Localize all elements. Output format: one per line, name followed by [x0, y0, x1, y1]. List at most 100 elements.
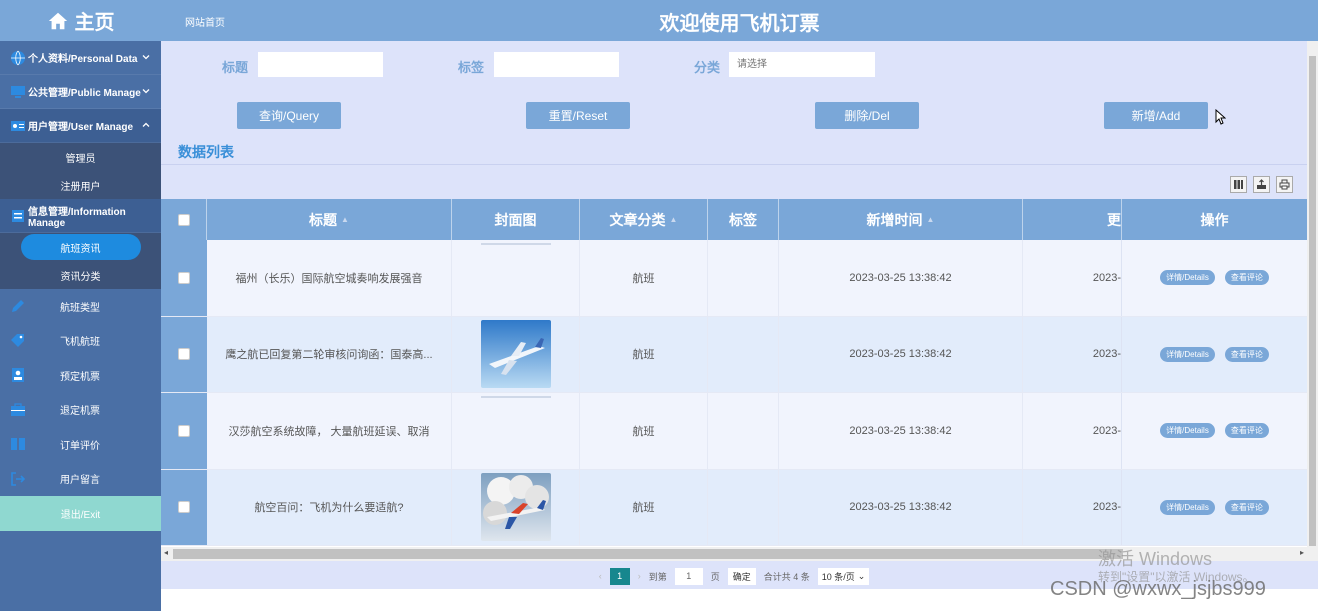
- view-comments-button[interactable]: 查看评论: [1224, 499, 1269, 515]
- cell-cover: [452, 240, 580, 316]
- add-button[interactable]: 新增/Add: [1104, 102, 1208, 129]
- top-header: 网站首页 欢迎使用飞机订票: [161, 0, 1318, 41]
- col-cover: 封面图: [452, 199, 580, 240]
- export-icon[interactable]: [1253, 176, 1270, 193]
- sidebar-item-cancel-ticket[interactable]: 退定机票: [0, 393, 161, 428]
- cell-actions: 详情/Details 查看评论: [1121, 316, 1307, 392]
- exit-button[interactable]: 退出/Exit: [0, 496, 161, 531]
- vertical-scrollbar[interactable]: [1307, 41, 1318, 561]
- nav-group-user-manage[interactable]: 用户管理/User Manage: [0, 109, 161, 143]
- view-comments-button[interactable]: 查看评论: [1224, 423, 1269, 439]
- nav-group-information-manage[interactable]: 信息管理/Information Manage: [0, 199, 161, 233]
- cover-image: [480, 320, 551, 389]
- id-card-icon: [10, 118, 26, 134]
- chevron-down-icon: ⌄: [857, 570, 866, 581]
- print-icon[interactable]: [1276, 176, 1293, 193]
- cell-tag: [708, 393, 779, 469]
- row-checkbox[interactable]: [178, 348, 190, 361]
- sidebar-item-flight-news[interactable]: 航班资讯: [0, 233, 161, 261]
- globe-icon: [10, 50, 26, 66]
- cell-title: 鹰之航已回复第二轮审核问询函：国泰高...: [207, 316, 452, 392]
- view-comments-button[interactable]: 查看评论: [1224, 346, 1269, 362]
- tag-input[interactable]: [494, 52, 619, 77]
- data-list-title: 数据列表: [178, 144, 234, 160]
- goto-confirm-button[interactable]: 确定: [727, 567, 756, 585]
- table-row: 航空百问：飞机为什么要适航? 航班 2023-03-25 13:38:42 2023-…: [161, 469, 1307, 546]
- book-icon: [10, 436, 26, 452]
- nav-group-label: 用户管理/User Manage: [28, 122, 134, 133]
- table-row: 汉莎航空系统故障， 大量航班延误、取消 航班 2023-03-25 13:38:42…: [161, 393, 1307, 470]
- sidebar-item-order-review[interactable]: 订单评价: [0, 427, 161, 462]
- nav-group-label: 个人资料/Personal Data: [28, 54, 138, 65]
- data-table: 标题 ▲ 封面图 文章分类 ▲ 标签 新增时间 ▲ 更 操作 福州（长乐）国际航空城奏…: [161, 199, 1307, 547]
- reset-button[interactable]: 重置/Reset: [526, 102, 630, 129]
- col-updated: 更: [1107, 211, 1121, 228]
- page-size-select[interactable]: 10 条/页 ⌄: [817, 567, 870, 585]
- row-checkbox[interactable]: [178, 271, 190, 284]
- table-header: 标题 ▲ 封面图 文章分类 ▲ 标签 新增时间 ▲ 更 操作: [161, 199, 1307, 240]
- sidebar-item-flight-type[interactable]: 航班类型: [0, 289, 161, 324]
- details-button[interactable]: 详情/Details: [1160, 270, 1215, 286]
- page-number-current[interactable]: 1: [609, 567, 630, 585]
- scroll-right-icon[interactable]: ▸: [1300, 548, 1304, 557]
- cell-cover: [452, 393, 580, 469]
- total-count: 合计共 4 条: [763, 571, 810, 582]
- row-checkbox[interactable]: [178, 501, 190, 514]
- category-select[interactable]: [729, 52, 875, 77]
- row-select-cell: [161, 316, 207, 392]
- table-row: 福州（长乐）国际航空城奏响发展强音 航班 2023-03-25 13:38:42 20…: [161, 240, 1307, 317]
- nav-group-label: 信息管理/Information Manage: [28, 206, 126, 229]
- cell-title: 航空百问：飞机为什么要适航?: [207, 469, 452, 545]
- details-button[interactable]: 详情/Details: [1160, 499, 1215, 515]
- delete-button[interactable]: 删除/Del: [815, 102, 919, 129]
- col-category[interactable]: 文章分类 ▲: [580, 199, 708, 240]
- view-comments-button[interactable]: 查看评论: [1224, 270, 1269, 286]
- columns-icon[interactable]: [1230, 176, 1247, 193]
- nav-group-public-manage[interactable]: 公共管理/Public Manage: [0, 75, 161, 109]
- select-all-checkbox[interactable]: [177, 213, 190, 226]
- cell-created: 2023-03-25 13:38:42: [779, 469, 1023, 545]
- goto-page-input[interactable]: 1: [674, 567, 703, 585]
- cover-image-placeholder: [480, 243, 551, 311]
- monitor-icon: [10, 84, 26, 100]
- sidebar-item-user-message[interactable]: 用户留言: [0, 462, 161, 497]
- cover-image-placeholder: [480, 396, 551, 464]
- query-button[interactable]: 查询/Query: [237, 102, 341, 129]
- col-tag: 标签: [708, 199, 779, 240]
- select-all-cell: [161, 199, 207, 240]
- cell-category: 航班: [580, 240, 708, 316]
- scroll-left-icon[interactable]: ◂: [164, 548, 168, 557]
- sidebar-item-flights[interactable]: 飞机航班: [0, 324, 161, 359]
- home-logo[interactable]: 主页: [0, 0, 161, 41]
- cell-created: 2023-03-25 13:38:42: [779, 240, 1023, 316]
- table-row: 鹰之航已回复第二轮审核问询函：国泰高... 航班 2023-03-25 13:38:…: [161, 316, 1307, 393]
- cell-tag: [708, 240, 779, 316]
- cell-tag: [708, 316, 779, 392]
- chevron-down-icon: [142, 55, 150, 60]
- sort-icon: ▲: [669, 215, 678, 224]
- title-label: 标题: [222, 60, 249, 75]
- main-content: 标题 标签 分类 查询/Query 重置/Reset 删除/Del 新增/Add…: [161, 41, 1318, 611]
- sidebar-item-book-ticket[interactable]: 预定机票: [0, 358, 161, 393]
- sidebar-item-news-category[interactable]: 资讯分类: [0, 261, 161, 289]
- prev-page-icon[interactable]: ‹: [599, 571, 602, 581]
- home-label: 主页: [74, 12, 115, 34]
- col-created[interactable]: 新增时间 ▲: [779, 199, 1023, 240]
- details-button[interactable]: 详情/Details: [1160, 346, 1215, 362]
- logout-icon: [10, 471, 26, 487]
- title-input[interactable]: [258, 52, 383, 77]
- user-card-icon: [10, 367, 26, 383]
- csdn-watermark: CSDN @wxwx_jsjbs999: [1050, 578, 1266, 600]
- sidebar-item-registered-users[interactable]: 注册用户: [0, 171, 161, 199]
- next-page-icon[interactable]: ›: [638, 571, 641, 581]
- row-checkbox[interactable]: [178, 424, 190, 437]
- briefcase-icon: [10, 402, 26, 418]
- nav-group-personal-data[interactable]: 个人资料/Personal Data: [0, 41, 161, 75]
- cell-cover: [452, 316, 580, 392]
- cell-updated: 2023-: [1092, 271, 1121, 284]
- page-unit: 页: [710, 571, 720, 582]
- sidebar: 主页 个人资料/Personal Data 公共管理/Public Manage…: [0, 0, 161, 611]
- col-title[interactable]: 标题 ▲: [207, 199, 452, 240]
- details-button[interactable]: 详情/Details: [1160, 423, 1215, 439]
- sidebar-item-admin[interactable]: 管理员: [0, 143, 161, 171]
